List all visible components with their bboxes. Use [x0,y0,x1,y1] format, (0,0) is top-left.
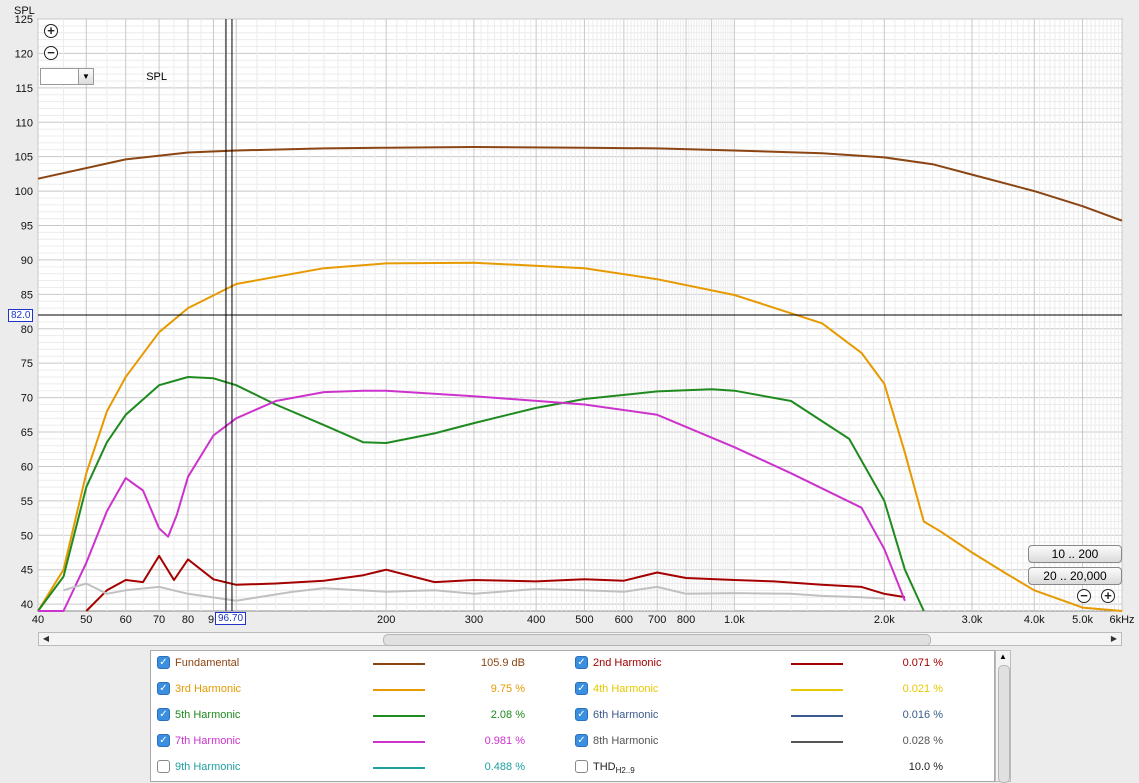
horizontal-scrollbar[interactable]: ◀ ▶ [38,632,1122,646]
range-10-200-button[interactable]: 10 .. 200 [1028,545,1122,563]
x-tick-label: 6kHz [1109,614,1134,626]
chevron-down-icon: ▼ [78,69,93,84]
x-tick-label: 60 [120,614,132,626]
y-tick-label: 80 [21,324,33,336]
x-tick-label: 600 [615,614,633,626]
range-20-20000-button[interactable]: 20 .. 20,000 [1028,567,1122,585]
legend-checkbox[interactable]: ✓ [157,682,170,695]
y-tick-label: 50 [21,530,33,542]
legend-value: 0.021 % [902,683,943,695]
cursor-x-readout: 96.70 [215,612,247,625]
y-tick-label: 115 [15,83,33,95]
legend-checkbox[interactable]: ✓ [157,708,170,721]
x-tick-label: 3.0k [962,614,983,626]
legend-checkbox[interactable]: ✓ [157,734,170,747]
spl-chart[interactable]: 1251201151101051009590858075706560555045… [0,0,1139,632]
y-tick-label: 100 [15,186,33,198]
legend-value: 0.028 % [902,735,943,747]
legend-row: 9th Harmonic 0.488 % [155,757,565,777]
y-tick-label: 40 [21,599,33,611]
legend-row: ✓ 6th Harmonic 0.016 % [573,705,983,725]
x-tick-label: 50 [80,614,92,626]
x-tick-label: 400 [527,614,545,626]
legend-row: ✓ Fundamental 105.9 dB [155,653,565,673]
x-tick-label: 80 [182,614,194,626]
legend-label: 5th Harmonic [175,709,241,721]
legend-checkbox[interactable]: ✓ [575,734,588,747]
legend-label-sub: H2..9 [615,766,635,776]
legend-label: THDH2..9 [593,761,635,776]
legend-label: Fundamental [175,657,240,669]
y-tick-label: 85 [21,289,33,301]
x-tick-label: 5.0k [1072,614,1093,626]
vertical-scroll-thumb[interactable] [998,665,1010,783]
zoom-out-icon[interactable]: − [44,46,58,60]
legend-row: ✓ 5th Harmonic 2.08 % [155,705,565,725]
legend-checkbox[interactable]: ✓ [575,682,588,695]
y-tick-label: 70 [21,393,33,405]
x-tick-label: 500 [575,614,593,626]
legend-checkbox[interactable] [157,760,170,773]
x-tick-label: 700 [648,614,666,626]
legend-row: THDH2..9 10.0 % [573,757,983,777]
x-tick-label: 200 [377,614,395,626]
legend-row: ✓ 7th Harmonic 0.981 % [155,731,565,751]
y-tick-label: 55 [21,496,33,508]
y-tick-label: 110 [15,117,33,129]
x-tick-label: 800 [677,614,695,626]
legend-row: ✓ 3rd Harmonic 9.75 % [155,679,565,699]
legend-vertical-scrollbar[interactable]: ▲ [995,650,1011,783]
legend-value: 105.9 dB [480,657,525,669]
legend-label: 6th Harmonic [593,709,659,721]
y-unit-select[interactable]: SPL ▼ [40,68,167,85]
y-tick-label: 105 [15,152,33,164]
legend-checkbox[interactable]: ✓ [157,656,170,669]
legend-panel: ✓ Fundamental 105.9 dB ✓ 2nd Harmonic 0.071 %… [150,650,995,782]
legend-value: 9.75 % [490,683,525,695]
y-unit-select-value: SPL [146,71,167,83]
y-tick-label: 95 [21,221,33,233]
scroll-left-icon[interactable]: ◀ [39,633,53,645]
legend-row: ✓ 4th Harmonic 0.021 % [573,679,983,699]
x-tick-label: 40 [32,614,44,626]
legend-label: 8th Harmonic [593,735,659,747]
scroll-up-icon[interactable]: ▲ [996,651,1010,663]
legend-checkbox[interactable] [575,760,588,773]
legend-label: 2nd Harmonic [593,657,662,669]
y-tick-label: 90 [21,255,33,267]
legend-row: ✓ 8th Harmonic 0.028 % [573,731,983,751]
legend-value: 0.016 % [902,709,943,721]
x-tick-label-partial: 9 [208,614,214,626]
zoom-in-icon[interactable]: + [44,24,58,38]
y-tick-label: 75 [21,358,33,370]
y-tick-label: 120 [15,48,33,60]
zoom-in-x-icon[interactable]: + [1101,589,1115,603]
cursor-y-readout: 82.0 [8,309,34,322]
x-tick-label: 2.0k [874,614,895,626]
legend-label: 9th Harmonic [175,761,241,773]
legend-row: ✓ 2nd Harmonic 0.071 % [573,653,983,673]
x-tick-label: 1.0k [724,614,745,626]
x-tick-label: 70 [153,614,165,626]
legend-value: 10.0 % [908,761,943,773]
legend-value: 0.488 % [484,761,525,773]
y-axis-label: SPL [14,5,35,17]
y-tick-label: 45 [21,565,33,577]
legend-checkbox[interactable]: ✓ [575,708,588,721]
y-tick-label: 65 [21,427,33,439]
horizontal-scroll-thumb[interactable] [383,634,931,646]
x-tick-label: 300 [465,614,483,626]
legend-value: 0.071 % [902,657,943,669]
zoom-out-x-icon[interactable]: − [1077,589,1091,603]
x-axis-ticks: 40 50 60 70 80 200 300 400 500 600 700 800 1.0k 2.0k 3… [32,614,1135,626]
legend-value: 2.08 % [490,709,525,721]
legend-label: 4th Harmonic [593,683,659,695]
legend-value: 0.981 % [484,735,525,747]
legend-label: 7th Harmonic [175,735,241,747]
scroll-right-icon[interactable]: ▶ [1107,633,1121,645]
x-tick-label: 4.0k [1024,614,1045,626]
legend-label: 3rd Harmonic [175,683,242,695]
legend-checkbox[interactable]: ✓ [575,656,588,669]
y-tick-label: 60 [21,461,33,473]
